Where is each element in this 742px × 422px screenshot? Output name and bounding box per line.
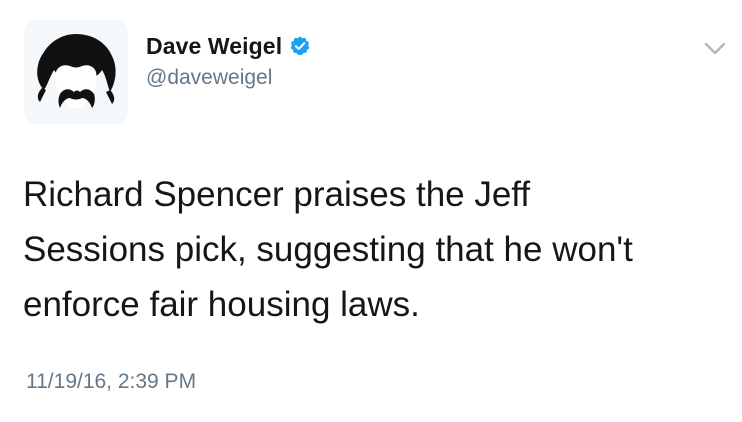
author-handle[interactable]: @daveweigel [146,66,272,90]
verified-badge-icon [289,35,311,57]
chevron-down-icon[interactable] [704,42,726,56]
author-avatar[interactable] [24,20,128,124]
author-display-name[interactable]: Dave Weigel [146,33,282,60]
tweet-card: Dave Weigel @daveweigel Richard Spencer … [0,0,742,422]
author-name-row[interactable]: Dave Weigel [146,31,311,61]
tweet-timestamp[interactable]: 11/19/16, 2:39 PM [26,370,196,394]
bearded-man-silhouette-icon [24,20,128,124]
tweet-text: Richard Spencer praises the Jeff Session… [23,175,633,324]
